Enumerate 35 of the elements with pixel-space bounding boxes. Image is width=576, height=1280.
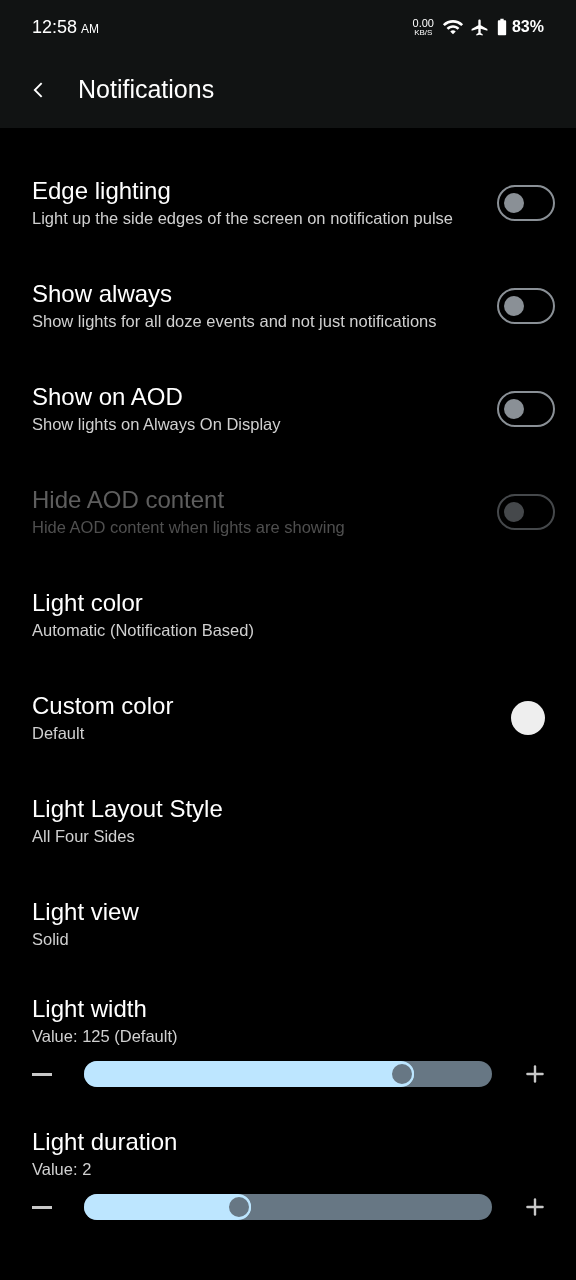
- setting-title: Light Layout Style: [32, 794, 224, 824]
- minus-icon: [32, 1205, 52, 1209]
- setting-title: Light duration: [32, 1127, 179, 1157]
- network-speed: 0.00: [412, 17, 434, 29]
- toggle-switch[interactable]: [497, 287, 555, 324]
- setting-title: Light color: [32, 588, 144, 618]
- setting-title: Custom color: [32, 691, 175, 721]
- battery-percent: 83%: [511, 17, 544, 37]
- setting-summary: Value: 2: [32, 1159, 93, 1180]
- setting-summary: Light up the side edges of the screen on notification pulse: [32, 208, 455, 229]
- clock-ampm: AM: [81, 20, 100, 38]
- page-title: Notifications: [78, 74, 215, 106]
- clock-time: 12:58: [32, 15, 78, 39]
- setting-title: Light width: [32, 994, 148, 1024]
- setting-summary: Value: 125 (Default): [32, 1026, 179, 1047]
- setting-title: Hide AOD content: [32, 485, 226, 515]
- setting-summary: Automatic (Notification Based): [32, 620, 255, 641]
- setting-summary: All Four Sides: [32, 826, 136, 847]
- setting-title: Edge lighting: [32, 176, 172, 206]
- slider-thumb[interactable]: [227, 1195, 252, 1219]
- setting-summary: Solid: [32, 929, 70, 950]
- network-speed-unit: KB/S: [414, 28, 433, 37]
- setting-summary: Default: [32, 723, 86, 744]
- toggle-switch[interactable]: [497, 184, 555, 221]
- setting-title: Light view: [32, 897, 140, 927]
- setting-title: Show always: [32, 279, 174, 309]
- airplane-icon: [469, 17, 489, 37]
- setting-summary: Show lights for all doze events and not just notifications: [32, 311, 438, 332]
- color-swatch[interactable]: [511, 700, 545, 735]
- setting-summary: Hide AOD content when lights are showing: [32, 517, 346, 538]
- setting-title: Show on AOD: [32, 382, 184, 412]
- slider-thumb[interactable]: [390, 1062, 415, 1086]
- setting-summary: Show lights on Always On Display: [32, 414, 282, 435]
- toggle-switch[interactable]: [497, 390, 555, 427]
- minus-icon: [32, 1072, 52, 1076]
